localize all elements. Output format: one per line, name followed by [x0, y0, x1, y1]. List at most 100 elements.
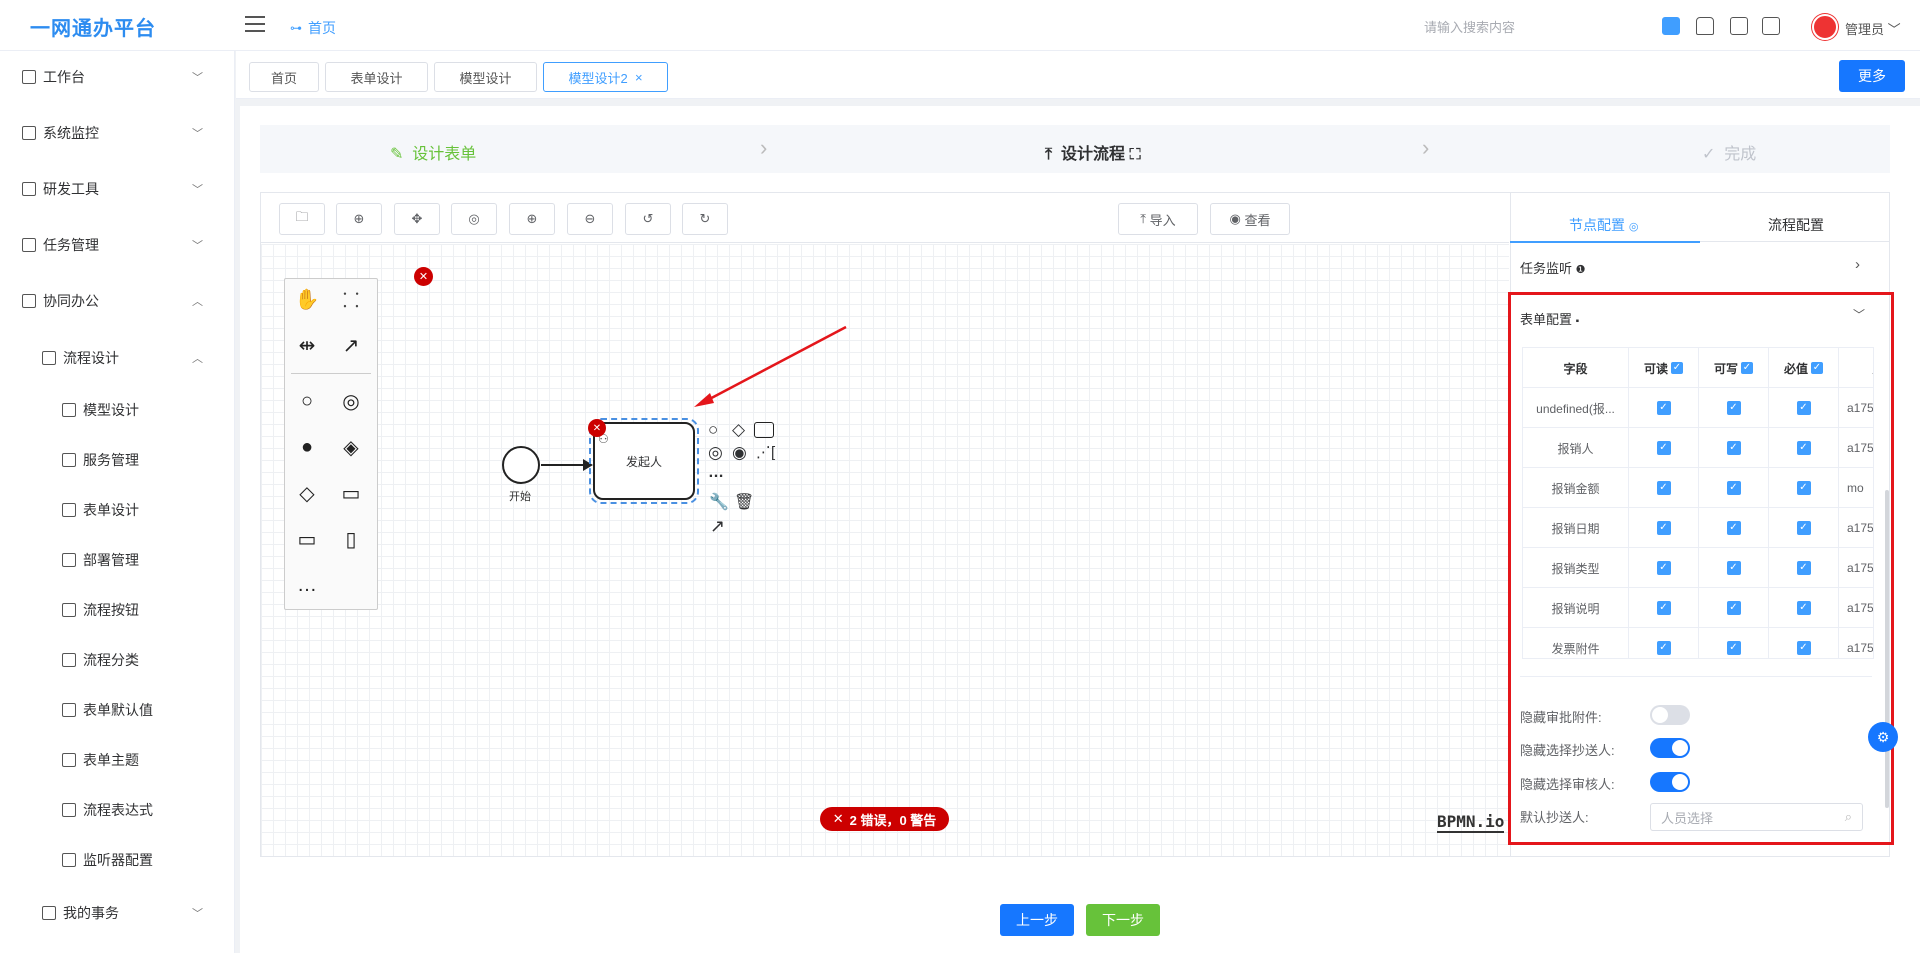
column-header[interactable]: 可读 ✓: [1629, 348, 1699, 388]
sidebar-item[interactable]: 模型设计: [0, 390, 235, 430]
sidebar-item[interactable]: 流程按钮: [0, 590, 235, 630]
chevron-down-icon[interactable]: ﹀: [1853, 306, 1865, 323]
permission-checkbox[interactable]: ✓: [1726, 561, 1741, 575]
permission-checkbox[interactable]: ✓: [1726, 601, 1741, 615]
import-button[interactable]: ⤒ 导入: [1118, 203, 1198, 235]
permission-checkbox[interactable]: ✓: [1796, 481, 1811, 495]
tab-node-config[interactable]: 节点配置 ◎: [1569, 215, 1639, 235]
permission-checkbox[interactable]: ✓: [1796, 441, 1811, 455]
sidebar-item[interactable]: 协同办公 ︿: [0, 281, 235, 321]
sidebar-item[interactable]: 部署管理: [0, 540, 235, 580]
avatar[interactable]: [1812, 14, 1838, 40]
trash-icon[interactable]: 🗑: [734, 492, 754, 512]
sidebar-item[interactable]: 表单设计: [0, 490, 235, 530]
undo-icon[interactable]: ↺: [625, 203, 671, 235]
tool-icon[interactable]: [1762, 17, 1780, 35]
end-event-icon[interactable]: ●: [293, 433, 321, 461]
permission-checkbox[interactable]: ✓: [1656, 441, 1671, 455]
sidebar-item[interactable]: 流程分类: [0, 640, 235, 680]
permission-checkbox[interactable]: ✓: [1656, 601, 1671, 615]
prev-step-button[interactable]: 上一步: [1000, 904, 1074, 936]
intermediate-event-icon[interactable]: ◎: [337, 387, 365, 415]
chevron-right-icon[interactable]: ›: [1855, 256, 1860, 273]
permission-checkbox[interactable]: ✓: [1656, 561, 1671, 575]
intermediate-event-icon[interactable]: ◎: [708, 443, 723, 463]
end-event-icon[interactable]: ○: [708, 420, 718, 440]
select-all-checkbox[interactable]: ✓: [1811, 362, 1823, 374]
menu-toggle-icon[interactable]: [245, 16, 265, 34]
user-task-icon[interactable]: ▭: [337, 479, 365, 507]
permission-checkbox[interactable]: ✓: [1726, 481, 1741, 495]
sidebar-item[interactable]: 我的事务 ﹀: [0, 893, 235, 933]
open-file-icon[interactable]: 🗀: [279, 203, 325, 235]
column-header[interactable]: 必值 ✓: [1769, 348, 1839, 388]
space-tool-icon[interactable]: ⇹: [293, 331, 321, 359]
tab-model-design-2[interactable]: 模型设计2 ×: [543, 62, 668, 92]
permission-checkbox[interactable]: ✓: [1726, 441, 1741, 455]
toggle-switch[interactable]: [1650, 772, 1690, 792]
chevron-down-icon[interactable]: ﹀: [192, 125, 203, 141]
permission-checkbox[interactable]: ✓: [1726, 521, 1741, 535]
pool-icon[interactable]: ▯: [337, 525, 365, 553]
gateway-icon[interactable]: ◇: [732, 420, 745, 440]
wrench-icon[interactable]: 🔧: [709, 492, 729, 512]
toggle-switch[interactable]: [1650, 738, 1690, 758]
column-header[interactable]: 可写 ✓: [1699, 348, 1769, 388]
gateway-icon[interactable]: ◈: [337, 433, 365, 461]
select-all-checkbox[interactable]: ✓: [1671, 362, 1683, 374]
sidebar-item[interactable]: 流程表达式: [0, 790, 235, 830]
chevron-up-icon[interactable]: ︿: [192, 293, 203, 309]
sidebar-item[interactable]: 表单默认值: [0, 690, 235, 730]
permission-checkbox[interactable]: ✓: [1656, 481, 1671, 495]
step-complete[interactable]: ✓ 完成: [1702, 140, 1756, 164]
hand-tool-icon[interactable]: ✋: [293, 285, 321, 313]
error-summary-badge[interactable]: ✕ 2 错误，0 警告: [820, 807, 949, 831]
close-icon[interactable]: ×: [635, 70, 643, 85]
annotation-icon[interactable]: ⋰[: [756, 443, 775, 461]
create-icon[interactable]: ⊕: [336, 203, 382, 235]
form-config-section[interactable]: 表单配置 ▪: [1520, 309, 1579, 328]
connect-tool-icon[interactable]: ↗: [337, 331, 365, 359]
subprocess-icon[interactable]: ▭: [293, 525, 321, 553]
permission-checkbox[interactable]: ✓: [1726, 401, 1741, 415]
settings-float-button[interactable]: ⚙: [1868, 722, 1898, 752]
lasso-tool-icon[interactable]: ⸬: [337, 285, 365, 313]
permission-checkbox[interactable]: ✓: [1656, 641, 1671, 655]
zoom-in-icon[interactable]: ⊕: [509, 203, 555, 235]
select-all-checkbox[interactable]: ✓: [1741, 362, 1753, 374]
sequence-flow[interactable]: [541, 464, 589, 466]
next-step-button[interactable]: 下一步: [1086, 904, 1160, 936]
more-button[interactable]: 更多: [1839, 60, 1905, 92]
start-event-icon[interactable]: ○: [293, 387, 321, 415]
user-menu[interactable]: 管理员 ﹀: [1845, 19, 1901, 38]
sidebar-item[interactable]: 表单主题: [0, 740, 235, 780]
permission-checkbox[interactable]: ✓: [1656, 401, 1671, 415]
sidebar-item[interactable]: 系统监控 ﹀: [0, 113, 235, 153]
chevron-down-icon[interactable]: ﹀: [192, 237, 203, 253]
zoom-out-icon[interactable]: ⊖: [567, 203, 613, 235]
error-marker-icon[interactable]: ✕: [414, 267, 433, 286]
bpmn-canvas[interactable]: [261, 244, 1509, 856]
breadcrumb[interactable]: ⊶ 首页: [290, 18, 336, 38]
search-input[interactable]: 请输入搜索内容: [1424, 17, 1515, 36]
toggle-switch[interactable]: [1650, 705, 1690, 725]
sidebar-item[interactable]: 任务管理 ﹀: [0, 225, 235, 265]
bpmn-io-logo[interactable]: BPMN.io: [1437, 812, 1505, 833]
step-design-flow[interactable]: ⤒ 设计流程 ⛶: [1045, 140, 1141, 164]
tab-flow-config[interactable]: 流程配置: [1768, 215, 1824, 235]
scrollbar[interactable]: [1885, 490, 1889, 808]
timer-event-icon[interactable]: ◉: [732, 443, 747, 463]
permission-checkbox[interactable]: ✓: [1796, 601, 1811, 615]
task-listener-section[interactable]: 任务监听 ❶: [1520, 258, 1586, 277]
tab-form-design[interactable]: 表单设计: [325, 62, 428, 92]
start-event[interactable]: [502, 446, 540, 484]
more-icon[interactable]: …: [293, 571, 321, 599]
task-icon[interactable]: [754, 422, 774, 438]
cc-person-select[interactable]: 人员选择 ⌕: [1650, 803, 1863, 831]
sidebar-item[interactable]: 研发工具 ﹀: [0, 169, 235, 209]
shirt-icon[interactable]: [1696, 17, 1714, 35]
step-design-form[interactable]: ✎ 设计表单: [390, 140, 476, 164]
fit-view-icon[interactable]: ◎: [451, 203, 497, 235]
chevron-down-icon[interactable]: ﹀: [192, 181, 203, 197]
move-icon[interactable]: ✥: [394, 203, 440, 235]
